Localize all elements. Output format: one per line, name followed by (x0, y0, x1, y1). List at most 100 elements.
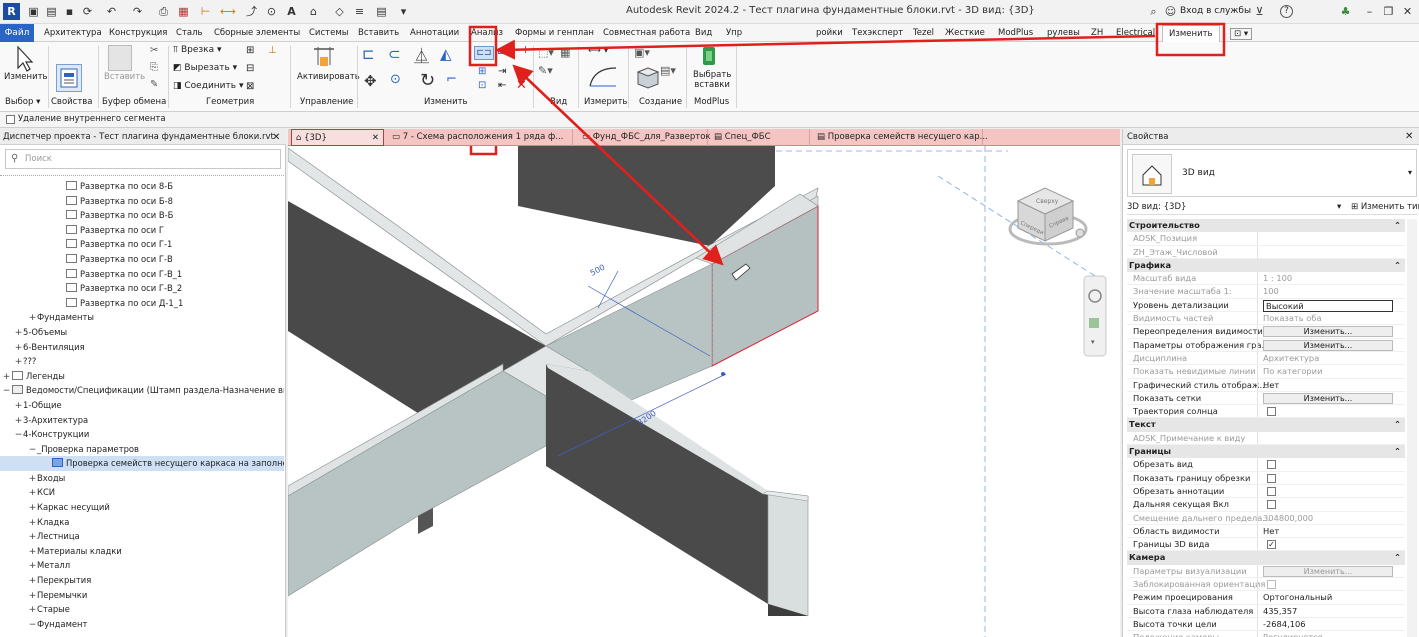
redo-icon[interactable]: ↷ (130, 4, 145, 19)
project-browser-search[interactable]: ⚲ Поиск (5, 149, 281, 169)
tab-insert[interactable]: Вставить (358, 26, 399, 40)
view-cube[interactable]: Сверху Спереди Справа (1008, 187, 1088, 246)
copy-icon[interactable]: ⎘ (150, 62, 158, 73)
demolish-icon[interactable]: ⊠ (246, 81, 254, 92)
tree-item[interactable]: +КСИ (0, 485, 284, 500)
tree-item[interactable]: Развертка по оси Б-8 (0, 194, 284, 209)
mirror-draw-icon[interactable]: ◭ (440, 45, 452, 63)
cut-geometry-button[interactable]: ◩ Вырезать ▾ (173, 63, 237, 73)
aligned-dim-icon[interactable]: ⟷ (220, 4, 236, 19)
expand-icon[interactable]: + (14, 326, 23, 341)
modplus-select-icon[interactable] (700, 45, 718, 67)
type-selector[interactable]: 3D вид ▾ (1127, 149, 1417, 197)
wall-joins-icon[interactable]: ⊥ (268, 45, 277, 56)
property-value[interactable]: Высокий (1263, 299, 1393, 312)
tab-tehexpert[interactable]: Техэксперт (852, 26, 903, 40)
expand-icon[interactable]: + (28, 472, 37, 487)
project-browser-close-icon[interactable]: ✕ (272, 132, 280, 143)
create-similar-icon[interactable]: ▤▾ (660, 64, 676, 77)
property-value[interactable]: Нет (1263, 379, 1279, 392)
view-tab-scheme[interactable]: ▭ 7 - Схема расположения 1 ряда ф... (388, 129, 573, 146)
expand-icon[interactable]: + (28, 589, 37, 604)
tree-item[interactable]: +Материалы кладки (0, 544, 284, 559)
tree-item[interactable]: +Каркас несущий (0, 500, 284, 515)
dimension-grip[interactable] (721, 372, 725, 376)
tree-item[interactable]: +Перемычки (0, 588, 284, 603)
tab-massing[interactable]: Формы и генплан (515, 26, 594, 40)
tree-item[interactable]: Развертка по оси Д-1_1 (0, 296, 284, 311)
tree-item[interactable]: Развертка по оси Г-1 (0, 237, 284, 252)
match-type-icon[interactable]: ✎ (150, 79, 158, 90)
cope-button[interactable]: ⫪ Врезка ▾ (173, 45, 222, 55)
edit-property-button[interactable]: Изменить... (1263, 565, 1393, 577)
tag2-icon[interactable]: ⊙ (264, 4, 279, 19)
offset-icon[interactable]: ⊂ (388, 45, 401, 63)
sign-in-link[interactable]: Вход в службы (1180, 6, 1251, 16)
restore-icon[interactable]: ❐ (1381, 4, 1396, 19)
tree-item[interactable]: Развертка по оси В-Б (0, 208, 284, 223)
tab-analyze[interactable]: Анализ (471, 26, 503, 40)
view-tab-close-icon[interactable]: ✕ (372, 130, 379, 147)
panel-select-label[interactable]: Выбор ▾ (5, 97, 40, 107)
property-checkbox[interactable] (1267, 407, 1276, 417)
property-group-header[interactable]: Строительство ⌃ (1127, 219, 1405, 233)
viewcube-home-icon[interactable] (1075, 228, 1085, 238)
paint-icon[interactable]: ⊟ (246, 63, 254, 74)
cut-clip-icon[interactable]: ✂ (150, 45, 158, 56)
view-override-icon[interactable]: ⬚▾ (538, 46, 554, 59)
revit-logo-icon[interactable]: R (3, 3, 20, 20)
property-checkbox[interactable] (1267, 580, 1276, 590)
tab-collaborate[interactable]: Совместная работа (603, 26, 690, 40)
collapse-group-icon[interactable]: ⌃ (1394, 445, 1401, 458)
split-face-icon[interactable]: ⊞ (246, 45, 254, 56)
property-value[interactable]: Нет (1263, 525, 1279, 538)
unpin-icon[interactable]: ⇥ (498, 66, 506, 77)
tab-rul[interactable]: рулевы (1047, 26, 1080, 40)
hide-icon[interactable]: ▦ (560, 46, 570, 59)
property-group-header[interactable]: Границы ⌃ (1127, 445, 1405, 459)
help-icon[interactable]: ? (1280, 5, 1293, 18)
tree-item[interactable]: +Входы (0, 471, 284, 486)
tab-file[interactable]: Файл (0, 24, 34, 42)
tree-item[interactable]: Развертка по оси Г-В_2 (0, 281, 284, 296)
pin-icon[interactable]: ⊣ (518, 45, 527, 56)
modify-arrow-icon[interactable] (10, 44, 36, 72)
property-checkbox[interactable] (1267, 486, 1276, 496)
tree-item[interactable]: + Легенды (0, 369, 284, 384)
property-value[interactable]: Ортогональный (1263, 591, 1332, 604)
expand-icon[interactable]: + (28, 516, 37, 531)
expand-icon[interactable]: + (14, 399, 23, 414)
property-value[interactable]: -2684,106 (1263, 618, 1306, 631)
tab-zhest[interactable]: Жесткие (945, 26, 985, 40)
section-icon[interactable]: ◇ (332, 4, 347, 19)
expand-icon[interactable]: + (14, 355, 23, 370)
customize-qa-icon[interactable]: ▾ (396, 4, 411, 19)
collapse-icon[interactable]: − (28, 443, 37, 458)
tab-steel[interactable]: Сталь (176, 26, 203, 40)
property-group-header[interactable]: Камера ⌃ (1127, 551, 1405, 565)
tab-tezel[interactable]: Tezel (913, 26, 934, 40)
binoculars-icon[interactable]: ⌕ (1146, 4, 1161, 19)
zoom-icon[interactable] (1089, 318, 1099, 328)
tree-item[interactable]: +3-Архитектура (0, 413, 284, 428)
property-value[interactable]: Архитектура (1263, 352, 1319, 365)
tree-item[interactable]: +1-Общие (0, 398, 284, 413)
edit-property-button[interactable]: Изменить... (1263, 326, 1393, 338)
tab-addins[interactable]: ройки (816, 26, 843, 40)
collapse-icon[interactable]: − (28, 618, 37, 633)
user-icon[interactable]: ☺ (1163, 4, 1178, 19)
tree-item[interactable]: +Перекрытия (0, 573, 284, 588)
expand-icon[interactable]: + (14, 341, 23, 356)
select-insert-button[interactable]: Выбрать вставки (693, 70, 731, 90)
autodesk-icon[interactable]: ♣ (1338, 4, 1353, 19)
split-gap-icon[interactable]: ⊏⊐ (497, 46, 514, 57)
delete-inner-segment-checkbox[interactable] (6, 115, 15, 124)
property-checkbox[interactable] (1267, 460, 1276, 470)
property-value[interactable]: Показать оба (1263, 312, 1322, 325)
paste-icon[interactable] (108, 45, 132, 71)
tree-item[interactable]: Развертка по оси Г-В_1 (0, 267, 284, 282)
activate-button[interactable]: Активировать (297, 72, 360, 82)
thin-lines-icon[interactable]: ≡ (352, 4, 367, 19)
tree-item[interactable]: −4-Конструкции (0, 427, 284, 442)
split-element-icon[interactable]: ⊏⊐ (474, 46, 494, 60)
